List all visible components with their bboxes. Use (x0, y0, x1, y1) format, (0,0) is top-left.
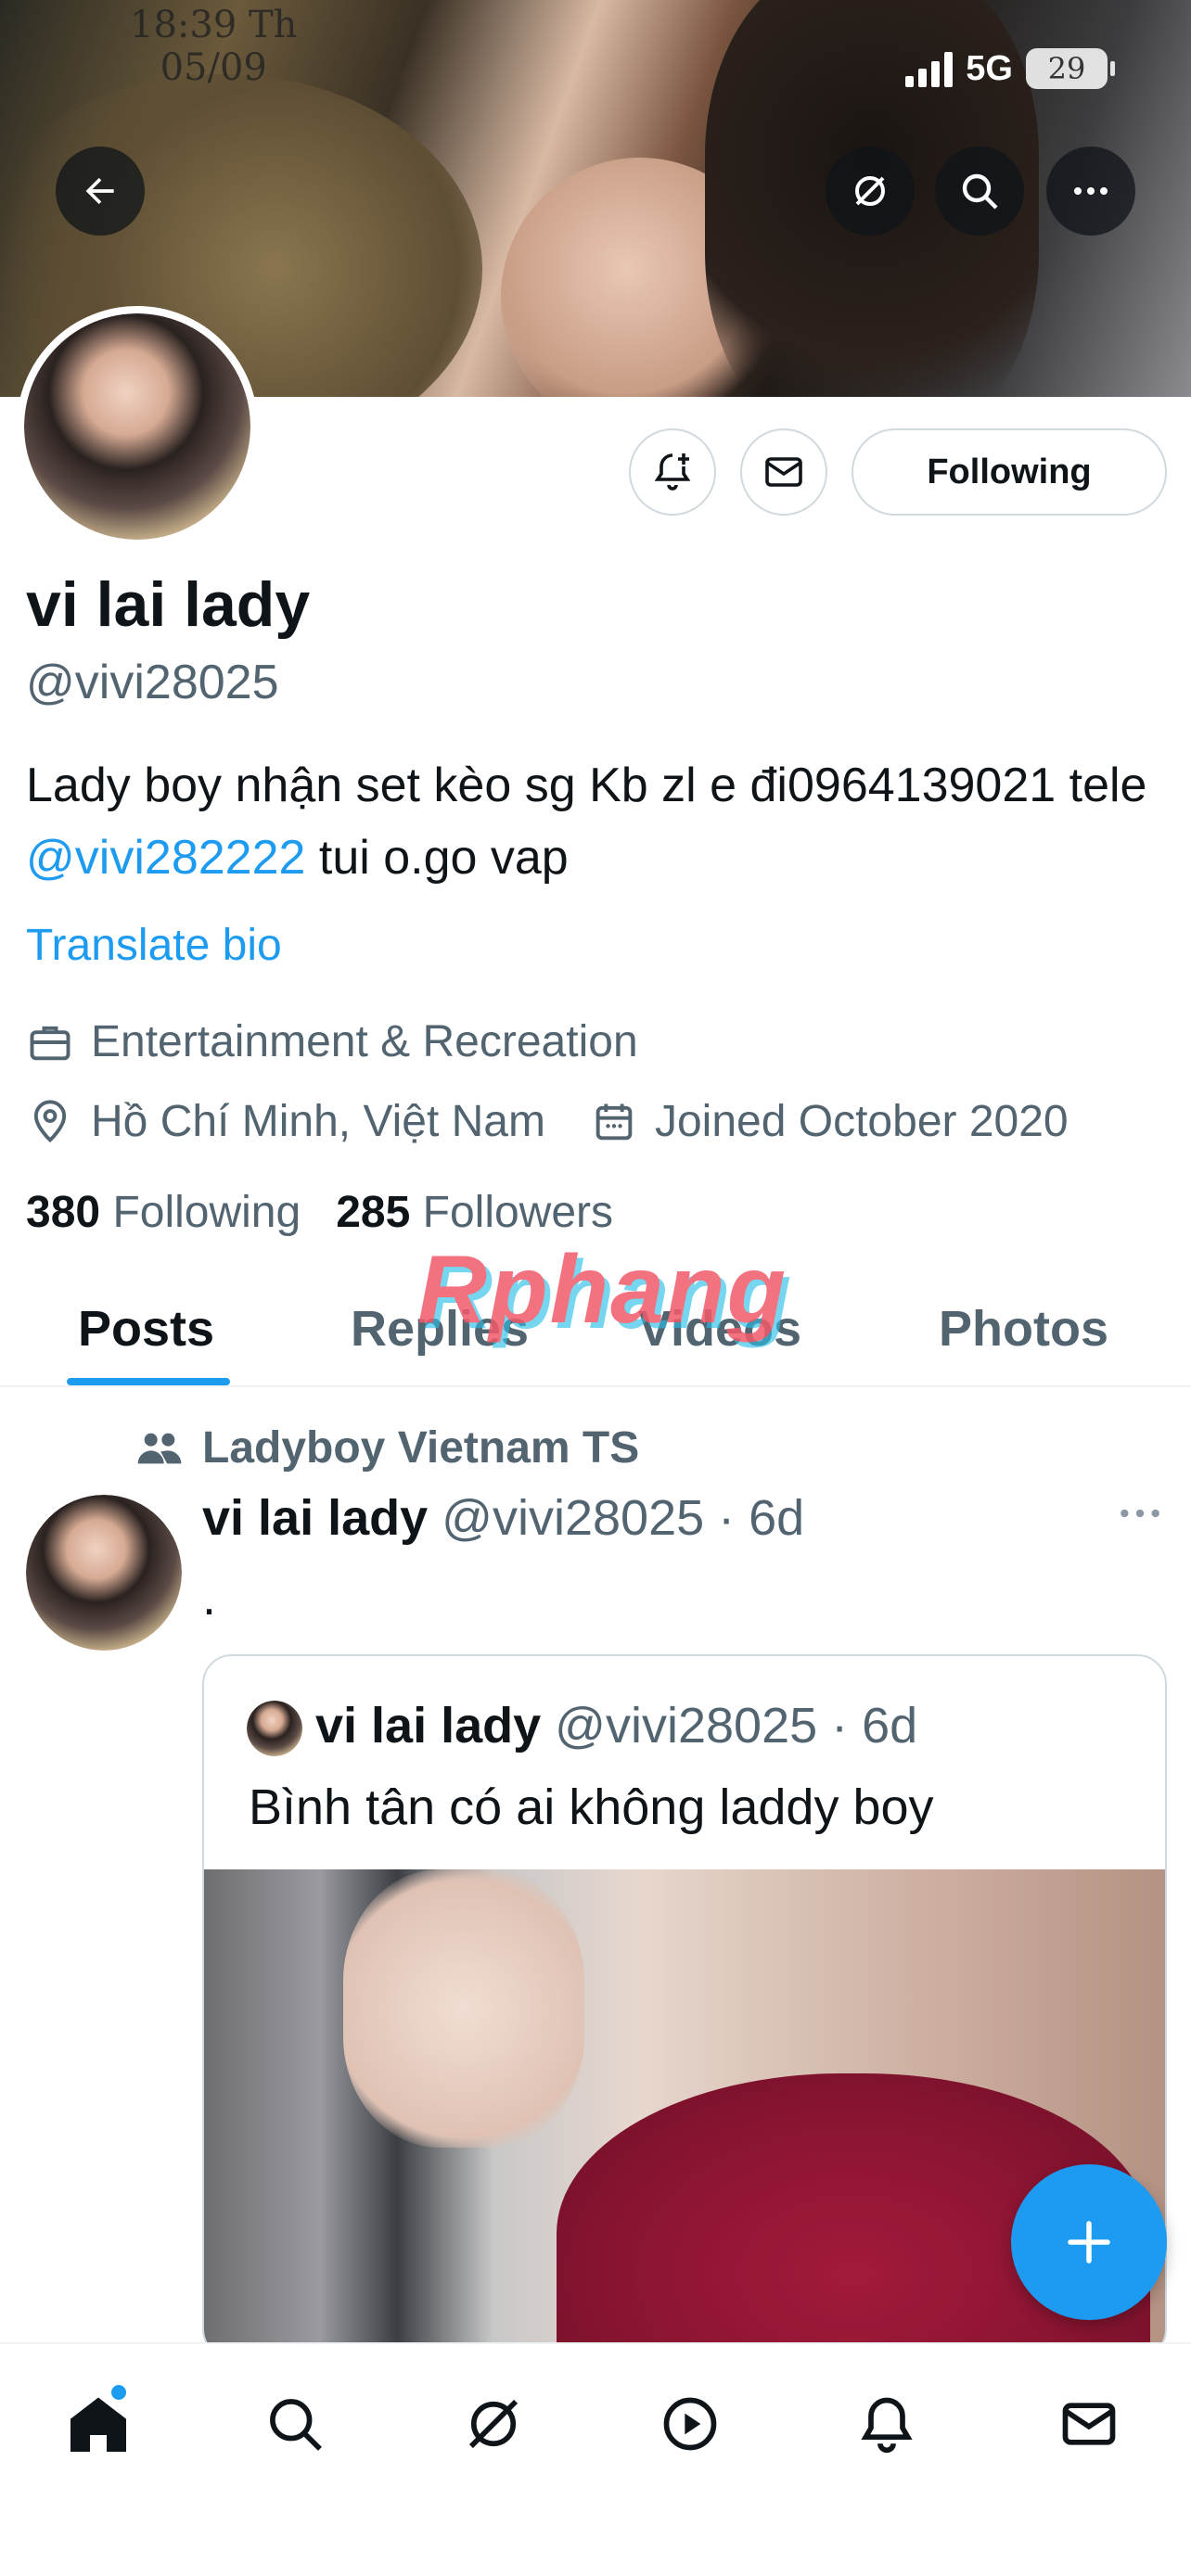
calendar-icon (596, 1103, 633, 1141)
profile-location-joined: Hồ Chí Minh, Việt Nam Joined October 202… (26, 1094, 1069, 1150)
battery-icon: 29 (1026, 48, 1115, 89)
community-name: Ladyboy Vietnam TS (202, 1423, 640, 1473)
community-icon (137, 1433, 182, 1464)
post-more-button[interactable] (1117, 1495, 1163, 1537)
tab-posts[interactable]: Posts (78, 1298, 214, 1359)
profile-category: Entertainment & Recreation (26, 1014, 638, 1070)
play-icon (663, 2397, 717, 2451)
post-age[interactable]: 6d (749, 1490, 804, 1546)
bio-mention-link[interactable]: @vivi282222 (26, 831, 305, 885)
grok-button[interactable] (826, 147, 915, 236)
nav-search[interactable] (249, 2378, 341, 2470)
compose-button[interactable] (1011, 2164, 1167, 2320)
home-icon (70, 2397, 126, 2452)
bell-icon (861, 2397, 913, 2454)
quoted-author-avatar (247, 1701, 302, 1756)
followers-label: Followers (422, 1188, 614, 1237)
quoted-post-header: vi lai lady @vivi28025 · 6d (315, 1695, 917, 1756)
signal-icon (905, 50, 954, 87)
nav-grok[interactable] (447, 2378, 540, 2470)
post-author-name[interactable]: vi lai lady (202, 1490, 428, 1546)
following-count-link[interactable]: 380 Following (26, 1185, 301, 1241)
arrow-left-icon (85, 177, 114, 205)
joined-text: Joined October 2020 (654, 1097, 1069, 1146)
quoted-post-media[interactable] (204, 1869, 1165, 2357)
bio-text: Lady boy nhận set kèo sg Kb zl e đi09641… (26, 759, 1147, 812)
grok-icon (468, 2399, 519, 2449)
network-label: 5G (966, 48, 1013, 88)
watermark-logo: Rphang (417, 1236, 788, 1344)
category-text: Entertainment & Recreation (91, 1017, 638, 1066)
post-text: . (202, 1570, 217, 1626)
status-bar-indicators: 5G 29 (905, 48, 1115, 89)
bio-suffix: tui o.go vap (305, 831, 569, 885)
search-icon (270, 2399, 322, 2451)
more-horizontal-icon (1121, 1509, 1159, 1518)
profile-handle: @vivi28025 (26, 656, 279, 709)
post-community-context[interactable]: Ladyboy Vietnam TS (134, 1421, 639, 1476)
media-detail (343, 1869, 584, 2148)
active-tab-indicator (67, 1378, 230, 1385)
post-separator: · (704, 1490, 749, 1546)
plus-icon (1068, 2221, 1110, 2264)
status-bar-time: 18:39 Th 05/09 (130, 4, 297, 89)
quoted-post-age: 6d (862, 1698, 918, 1753)
envelope-icon (1062, 2403, 1116, 2445)
followers-count: 285 (336, 1188, 411, 1237)
back-button[interactable] (56, 147, 145, 236)
status-time-text: 18:39 Th (130, 4, 298, 46)
briefcase-icon (30, 1026, 70, 1061)
translate-bio-link[interactable]: Translate bio (26, 918, 282, 974)
more-button[interactable] (1046, 147, 1135, 236)
more-horizontal-icon (1074, 187, 1108, 195)
post-author-handle[interactable]: @vivi28025 (442, 1490, 704, 1546)
location-text: Hồ Chí Minh, Việt Nam (91, 1097, 545, 1146)
followers-count-link[interactable]: 285 Followers (336, 1185, 613, 1241)
follow-counts: 380 Following 285 Followers (26, 1185, 613, 1241)
notify-button[interactable] (629, 428, 716, 516)
profile-bio: Lady boy nhận set kèo sg Kb zl e đi09641… (26, 749, 1176, 894)
grok-icon (855, 176, 885, 206)
tab-photos[interactable]: Photos (939, 1298, 1108, 1359)
nav-videos[interactable] (644, 2378, 736, 2470)
message-button[interactable] (740, 428, 827, 516)
status-date-text: 05/09 (160, 46, 267, 89)
quoted-author-handle: @vivi28025 (555, 1698, 818, 1753)
bell-plus-icon (654, 453, 691, 491)
following-button[interactable]: Following (852, 428, 1167, 516)
nav-notifications[interactable] (840, 2378, 933, 2470)
envelope-icon (765, 457, 802, 487)
following-count: 380 (26, 1188, 101, 1237)
nav-home[interactable] (52, 2378, 145, 2470)
quoted-author-name: vi lai lady (315, 1698, 542, 1753)
quoted-post-text: Bình tân có ai không laddy boy (249, 1779, 934, 1835)
search-button[interactable] (935, 147, 1024, 236)
location-pin-icon (33, 1100, 67, 1143)
post-header: vi lai lady @vivi28025 · 6d (202, 1487, 804, 1549)
search-icon (962, 173, 998, 210)
following-label: Following (112, 1188, 301, 1237)
nav-messages[interactable] (1043, 2378, 1135, 2470)
nav-home-unread-dot (111, 2385, 126, 2400)
profile-display-name: vi lai lady (26, 569, 311, 640)
post-author-avatar[interactable] (26, 1495, 182, 1651)
profile-avatar[interactable] (17, 306, 258, 547)
quoted-separator: · (817, 1698, 863, 1753)
bottom-navigation (0, 2342, 1191, 2576)
